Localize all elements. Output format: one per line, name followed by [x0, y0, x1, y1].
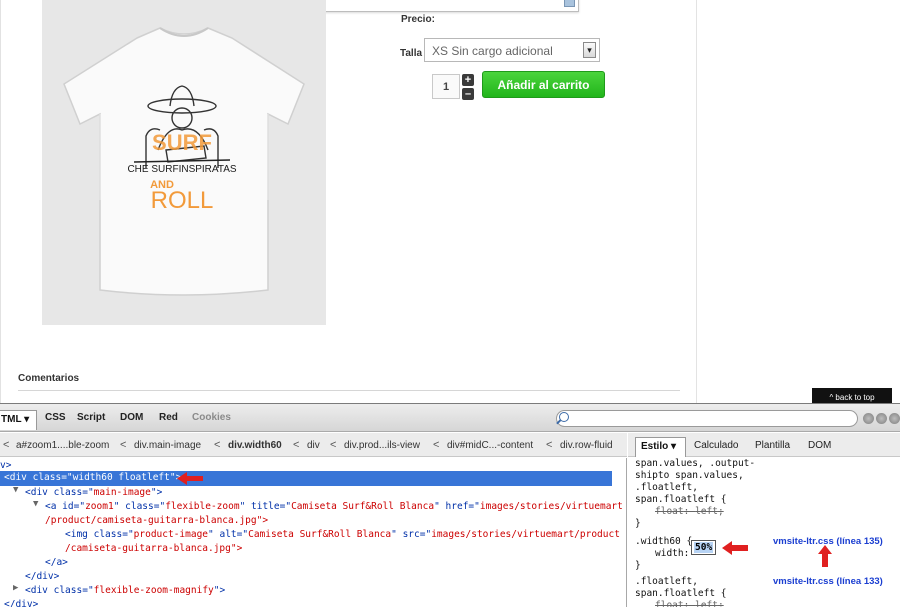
css-source-link[interactable]: vmsite-ltr.css (línea 133): [773, 576, 883, 587]
css-rules-panel: span.values, .output- shipto span.values…: [628, 458, 900, 607]
code-line[interactable]: </div>: [4, 599, 38, 607]
crumb-separator: <: [214, 439, 221, 451]
tab-html[interactable]: TML ▾: [0, 410, 37, 430]
price-label: Precio:: [401, 14, 435, 25]
web-page: SURF CHE SURFINSPIRATAS ROLL AND Precio:…: [0, 0, 900, 403]
css-selector: shipto span.values,: [635, 470, 744, 481]
annotation-arrow-left: [722, 541, 748, 555]
crumb-item[interactable]: div.row-fluid: [560, 440, 613, 451]
css-selector: span.floatleft {: [635, 494, 727, 505]
code-line[interactable]: <img class="product-image" alt="Camiseta…: [65, 529, 620, 540]
right-sidebar: [696, 0, 900, 403]
comments-divider: [18, 390, 680, 391]
quantity-input[interactable]: 1: [432, 74, 460, 99]
code-line[interactable]: </div>: [25, 571, 59, 582]
product-image[interactable]: SURF CHE SURFINSPIRATAS ROLL AND: [42, 0, 326, 325]
comments-heading: Comentarios: [18, 373, 80, 384]
screenshot-root: SURF CHE SURFINSPIRATAS ROLL AND Precio:…: [0, 0, 900, 607]
minus-icon[interactable]: –: [462, 88, 474, 100]
code-line[interactable]: <div class="flexible-zoom-magnify">: [25, 585, 225, 596]
html-tree-panel: v> <div class="width60 floatleft"> ▼ <di…: [0, 458, 627, 607]
code-line[interactable]: /product/camiseta-guitarra-blanca.jpg">: [45, 515, 268, 526]
devtools-search-input[interactable]: [556, 410, 858, 427]
add-to-cart-button[interactable]: Añadir al carrito: [482, 71, 605, 98]
expand-triangle-icon[interactable]: ▼: [33, 499, 38, 509]
collapse-triangle-icon[interactable]: ▶: [13, 583, 18, 593]
tab-css[interactable]: CSS: [45, 412, 66, 423]
tab-red[interactable]: Red: [159, 412, 178, 423]
plus-icon[interactable]: +: [462, 74, 474, 86]
width-value-editor[interactable]: 50%: [691, 540, 716, 555]
crumb-separator: <: [330, 439, 337, 451]
print-text-mid: CHE SURFINSPIRATAS: [127, 164, 236, 175]
chevron-down-icon: ▾: [583, 42, 596, 58]
css-selector: .floatleft,: [635, 482, 698, 493]
size-select[interactable]: XS Sin cargo adicional ▾: [424, 38, 600, 62]
tab-plantilla[interactable]: Plantilla: [755, 440, 790, 451]
crumb-separator: <: [3, 439, 10, 451]
style-tabbar: Estilo ▾ Calculado Plantilla DOM: [628, 433, 900, 457]
code-line[interactable]: <div class="main-image">: [25, 487, 162, 498]
css-selector: span.values, .output-: [635, 458, 756, 469]
annotation-arrow-up: [818, 545, 832, 567]
tab-dom[interactable]: DOM: [120, 412, 143, 423]
css-property-struck[interactable]: float: left;: [655, 600, 724, 607]
css-selector: .width60 {: [635, 536, 693, 547]
css-brace: }: [635, 560, 641, 571]
size-select-value: XS Sin cargo adicional: [432, 44, 553, 58]
css-property-width[interactable]: width:: [655, 548, 689, 559]
crumb-item[interactable]: div#midC...-content: [447, 440, 533, 451]
close-icon[interactable]: [889, 413, 900, 424]
code-line[interactable]: /camiseta-guitarra-blanca.jpg">: [65, 543, 242, 554]
crumb-item[interactable]: div: [307, 440, 320, 451]
crumb-item[interactable]: a#zoom1....ble-zoom: [16, 440, 109, 451]
detach-icon[interactable]: [876, 413, 887, 424]
tshirt-image: SURF CHE SURFINSPIRATAS ROLL AND: [63, 27, 305, 296]
css-brace: }: [635, 518, 641, 529]
window-icon[interactable]: [564, 0, 575, 7]
crumb-item[interactable]: div.main-image: [134, 440, 201, 451]
crumb-separator: <: [293, 439, 300, 451]
print-ampersand: AND: [150, 179, 174, 191]
selected-node[interactable]: <div class="width60 floatleft">: [4, 472, 181, 483]
code-line: v>: [0, 460, 12, 471]
size-label: Talla: [400, 48, 423, 59]
annotation-arrow-left: [177, 472, 203, 485]
code-line[interactable]: <a id="zoom1" class="flexible-zoom" titl…: [45, 501, 623, 512]
breadcrumb: < a#zoom1....ble-zoom < div.main-image <…: [0, 433, 627, 457]
crumb-item[interactable]: div.prod...ils-view: [344, 440, 420, 451]
crumb-separator: <: [433, 439, 440, 451]
tab-dom-style[interactable]: DOM: [808, 440, 831, 451]
crumb-separator: <: [120, 439, 127, 451]
print-text-bottom: ROLL: [151, 187, 214, 214]
search-icon: [559, 412, 569, 422]
width-value[interactable]: 50%: [694, 542, 714, 553]
code-line[interactable]: </a>: [45, 557, 68, 568]
expand-triangle-icon[interactable]: ▼: [13, 485, 18, 495]
tab-script[interactable]: Script: [77, 412, 105, 423]
tab-estilo[interactable]: Estilo ▾: [635, 437, 686, 457]
css-selector: span.floatleft {: [635, 588, 727, 599]
css-selector: .floatleft,: [635, 576, 698, 587]
tab-cookies[interactable]: Cookies: [192, 412, 231, 423]
devtools-tabbar: TML ▾ CSS Script DOM Red Cookies: [0, 404, 900, 432]
tab-calculado[interactable]: Calculado: [694, 440, 738, 451]
page-left-border: [0, 0, 1, 403]
crumb-separator: <: [546, 439, 553, 451]
crumb-item-current[interactable]: div.width60: [228, 440, 282, 451]
css-property-struck[interactable]: float: left;: [655, 506, 724, 517]
devtools-panel: TML ▾ CSS Script DOM Red Cookies < a#zoo…: [0, 403, 900, 607]
minimize-icon[interactable]: [863, 413, 874, 424]
print-text-top: SURF: [152, 130, 212, 155]
